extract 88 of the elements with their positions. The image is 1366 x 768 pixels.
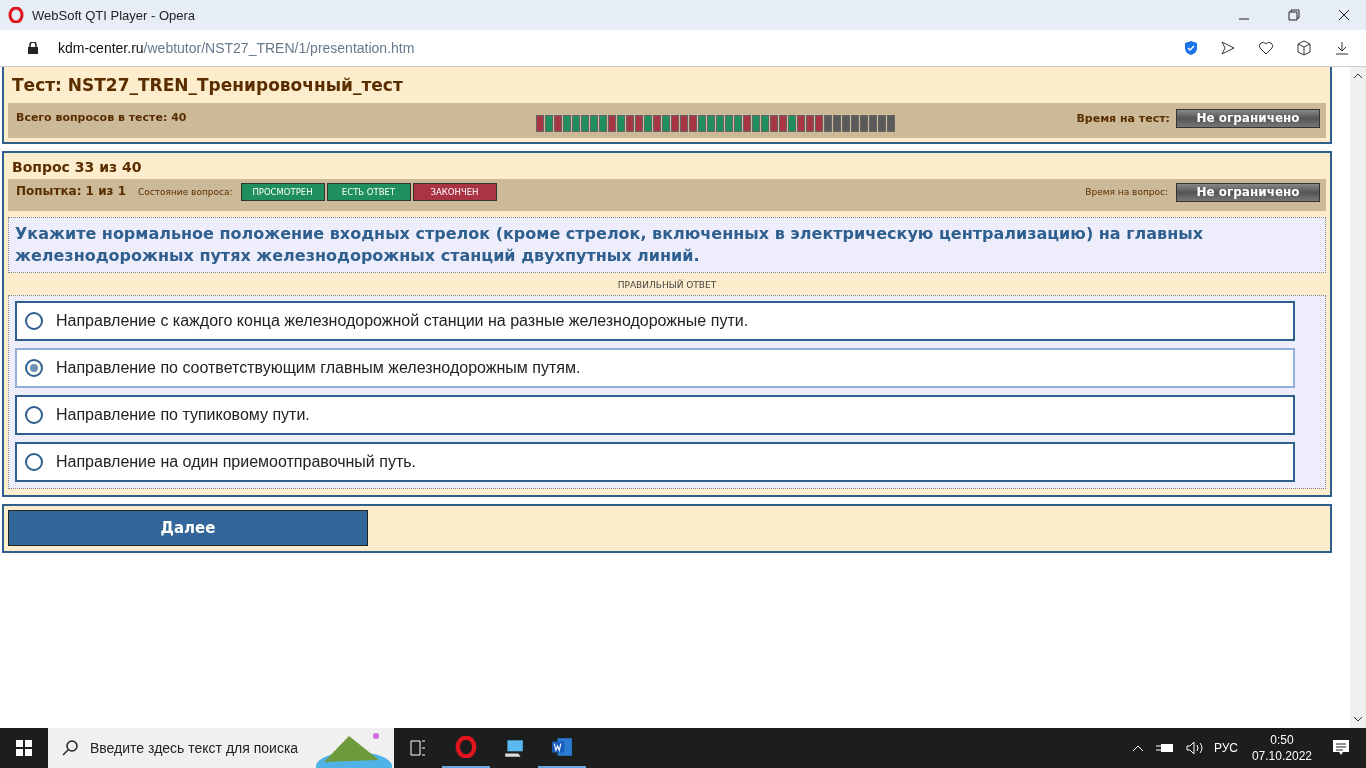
- progress-square[interactable]: [581, 115, 590, 132]
- scroll-up-icon[interactable]: [1353, 73, 1363, 79]
- question-state-badge: ЕСТЬ ОТВЕТ: [326, 183, 411, 201]
- progress-square[interactable]: [608, 115, 617, 132]
- lock-icon: [28, 42, 38, 54]
- progress-square[interactable]: [725, 115, 734, 132]
- progress-square[interactable]: [689, 115, 698, 132]
- taskbar-search-field[interactable]: Введите здесь текст для поиска: [48, 728, 394, 768]
- answer-option[interactable]: Направление по тупиковому пути.: [15, 395, 1295, 435]
- radio-button[interactable]: [25, 453, 43, 471]
- language-indicator[interactable]: РУС: [1213, 741, 1238, 755]
- progress-square[interactable]: [626, 115, 635, 132]
- test-title: Тест: NST27_TREN_Тренировочный_тест: [11, 74, 404, 97]
- question-text: Укажите нормальное положение входных стрелок (кроме стрелок, включенных в электрическую централизацию) на главных железнодорожных путях железнодорожных станций двухпутных линий.: [8, 217, 1326, 273]
- progress-square[interactable]: [743, 115, 752, 132]
- question-time-value: Не ограничено: [1176, 183, 1320, 202]
- close-icon[interactable]: [1338, 9, 1350, 21]
- progress-square[interactable]: [680, 115, 689, 132]
- answer-option[interactable]: Направление с каждого конца железнодорожной станции на разные железнодорожные пути.: [15, 301, 1295, 341]
- clock-time[interactable]: 0:50: [1270, 733, 1294, 747]
- progress-square[interactable]: [779, 115, 788, 132]
- progress-square[interactable]: [869, 115, 878, 132]
- windows-start-icon[interactable]: [16, 740, 32, 756]
- progress-square[interactable]: [590, 115, 599, 132]
- speaker-icon[interactable]: [1185, 741, 1204, 755]
- question-number: Вопрос 33 из 40: [11, 158, 143, 177]
- window-title: WebSoft QTI Player - Opera: [32, 7, 196, 23]
- question-state-badge: ЗАКОНЧЕН: [412, 183, 497, 201]
- cube-icon[interactable]: [1296, 40, 1312, 56]
- progress-square[interactable]: [806, 115, 815, 132]
- progress-square[interactable]: [635, 115, 644, 132]
- progress-square[interactable]: [536, 115, 545, 132]
- search-icon: [62, 740, 78, 756]
- test-time-value: Не ограничено: [1176, 109, 1320, 128]
- progress-square[interactable]: [617, 115, 626, 132]
- attempt-label: Попытка: 1 из 1: [16, 184, 127, 198]
- test-time-label: Время на тест:: [1076, 112, 1170, 127]
- radio-button[interactable]: [25, 406, 43, 424]
- answer-option[interactable]: Направление по соответствующим главным железнодорожным путям.: [15, 348, 1295, 388]
- progress-square[interactable]: [788, 115, 797, 132]
- task-view-icon[interactable]: [410, 740, 426, 756]
- progress-square[interactable]: [662, 115, 671, 132]
- shield-icon[interactable]: [1184, 40, 1198, 56]
- radio-button[interactable]: [25, 312, 43, 330]
- progress-square[interactable]: [860, 115, 869, 132]
- progress-square[interactable]: [572, 115, 581, 132]
- correct-answer-label: ПРАВИЛЬНЫЙ ОТВЕТ: [616, 280, 718, 290]
- send-icon[interactable]: [1220, 40, 1236, 56]
- total-questions-label: Всего вопросов в тесте: 40: [16, 111, 187, 124]
- address-field[interactable]: kdm-center.ru/webtutor/NST27_TREN/1/presentation.htm: [58, 40, 415, 56]
- progress-square[interactable]: [878, 115, 887, 132]
- progress-square[interactable]: [671, 115, 680, 132]
- restore-icon[interactable]: [1288, 9, 1300, 21]
- battery-icon[interactable]: [1155, 743, 1174, 753]
- progress-square[interactable]: [707, 115, 716, 132]
- progress-square[interactable]: [770, 115, 779, 132]
- progress-square[interactable]: [833, 115, 842, 132]
- progress-square[interactable]: [554, 115, 563, 132]
- progress-square[interactable]: [887, 115, 896, 132]
- progress-square[interactable]: [644, 115, 653, 132]
- question-state-label: Состояние вопроса:: [138, 187, 233, 197]
- progress-square[interactable]: [842, 115, 851, 132]
- notification-icon[interactable]: [1332, 739, 1350, 757]
- download-icon[interactable]: [1334, 40, 1350, 56]
- question-time-label: Время на вопрос:: [1085, 187, 1168, 197]
- progress-square[interactable]: [824, 115, 833, 132]
- progress-square[interactable]: [698, 115, 707, 132]
- progress-square[interactable]: [815, 115, 824, 132]
- scrollbar[interactable]: [1350, 67, 1366, 728]
- progress-square[interactable]: [716, 115, 725, 132]
- chevron-up-icon[interactable]: [1131, 744, 1144, 752]
- next-button[interactable]: Далее: [8, 510, 368, 546]
- question-state-badge: ПРОСМОТРЕН: [240, 183, 325, 201]
- progress-square[interactable]: [563, 115, 572, 132]
- progress-square[interactable]: [734, 115, 743, 132]
- radio-button[interactable]: [25, 359, 43, 377]
- progress-square[interactable]: [761, 115, 770, 132]
- scroll-down-icon[interactable]: [1353, 716, 1363, 722]
- progress-square[interactable]: [599, 115, 608, 132]
- clock-date[interactable]: 07.10.2022: [1251, 749, 1312, 763]
- progress-square[interactable]: [545, 115, 554, 132]
- progress-square[interactable]: [851, 115, 860, 132]
- progress-square[interactable]: [653, 115, 662, 132]
- opera-logo-icon: [8, 7, 24, 23]
- answer-option[interactable]: Направление на один приемоотправочный путь.: [15, 442, 1295, 482]
- heart-icon[interactable]: [1258, 40, 1274, 56]
- progress-square[interactable]: [797, 115, 806, 132]
- progress-square[interactable]: [752, 115, 761, 132]
